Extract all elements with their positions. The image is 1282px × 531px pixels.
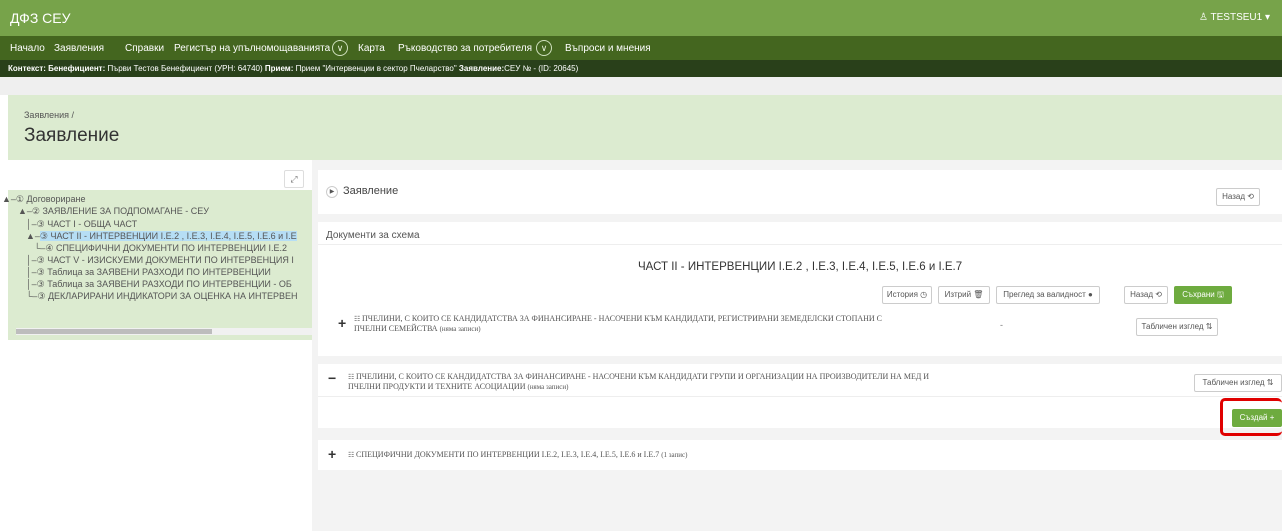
tree-node-part2-label: ③ ЧАСТ II - ИНТЕРВЕНЦИИ I.Е.2 , I.Е.3, I…	[39, 231, 297, 241]
divider	[318, 244, 1282, 245]
user-icon: ♙	[1198, 12, 1211, 23]
list-icon: ☷	[348, 373, 357, 381]
nav-applications[interactable]: Заявления	[54, 43, 104, 54]
save-button[interactable]: Съхрани 🖫	[1174, 286, 1232, 304]
tree-node-contracting[interactable]: ▲–① Договориране	[2, 193, 86, 205]
nav-reports[interactable]: Справки	[125, 43, 164, 54]
context-label: Контекст:	[8, 64, 46, 73]
documents-panel: Документи за схема ЧАСТ II - ИНТЕРВЕНЦИИ…	[318, 222, 1282, 356]
application-value: СЕУ № - (ID: 20645)	[504, 64, 579, 73]
manual-chevron-down-icon[interactable]: ∨	[536, 40, 552, 56]
tree-node-application[interactable]: ▲–② ЗАЯВЛЕНИЕ ЗА ПОДПОМАГАНЕ - СЕУ	[18, 205, 209, 217]
nav-map[interactable]: Карта	[358, 43, 385, 54]
list-icon: ☷	[348, 451, 357, 459]
beneficiary-value: Първи Тестов Бенефициент (УРН: 64740)	[107, 64, 263, 73]
table-view-button[interactable]: Табличен изглед ⇅	[1194, 374, 1282, 392]
tree-scrollbar[interactable]	[16, 328, 312, 335]
top-bar: ДФЗ СЕУ ♙ TESTSEU1 ▾	[0, 0, 1282, 36]
context-bar: Контекст: Бенефициент: Първи Тестов Бене…	[0, 60, 1282, 77]
section-specific-docs[interactable]: ☷ СПЕЦИФИЧНИ ДОКУМЕНТИ ПО ИНТЕРВЕНЦИИ I.…	[348, 450, 688, 460]
spacer-strip	[0, 77, 1282, 95]
documents-panel-title: Документи за схема	[326, 230, 420, 241]
section-apiaries-farmers[interactable]: ☷ ПЧЕЛИНИ, С КОИТО СЕ КАНДИДАТСТВА ЗА ФИ…	[354, 314, 974, 334]
list-icon: ☷	[354, 315, 363, 323]
user-menu[interactable]: ♙ TESTSEU1 ▾	[1199, 12, 1270, 23]
highlight-box	[1220, 398, 1282, 436]
tree-node-part2[interactable]: ▲–③ ЧАСТ II - ИНТЕРВЕНЦИИ I.Е.2 , I.Е.3,…	[26, 230, 312, 242]
section-apiaries-groups[interactable]: ☷ ПЧЕЛИНИ, С КОИТО СЕ КАНДИДАТСТВА ЗА ФИ…	[348, 372, 1028, 392]
beneficiary-label: Бенефициент:	[48, 64, 106, 73]
history-button[interactable]: История ◷	[882, 286, 932, 304]
intake-label: Прием:	[264, 64, 294, 73]
tree-node-part1[interactable]: │–③ ЧАСТ I - ОБЩА ЧАСТ	[26, 218, 137, 230]
registry-chevron-down-icon[interactable]: ∨	[332, 40, 348, 56]
tree-node-costs-table[interactable]: │–③ Таблица за ЗАЯВЕНИ РАЗХОДИ ПО ИНТЕРВ…	[26, 266, 312, 278]
divider	[318, 396, 1282, 397]
tree-node-indicators[interactable]: └–③ ДЕКЛАРИРАНИ ИНДИКАТОРИ ЗА ОЦЕНКА НА …	[26, 290, 312, 302]
app-title: ДФЗ СЕУ	[10, 10, 71, 26]
section-title: ЧАСТ II - ИНТЕРВЕНЦИИ I.Е.2 , I.Е.3, I.Е…	[638, 261, 963, 273]
expand-icon[interactable]: ⤢	[284, 170, 304, 188]
document-tree: ⤢ ▲–① Договориране ▲–② ЗАЯВЛЕНИЕ ЗА ПОДП…	[2, 160, 312, 350]
collapse-minus-icon[interactable]: −	[328, 370, 336, 386]
nav-registry[interactable]: Регистър на упълномощаванията	[174, 43, 330, 54]
section-dash: -	[1000, 320, 1003, 330]
nav-home[interactable]: Начало	[10, 43, 45, 54]
main-nav: Начало Заявления Справки Регистър на упъ…	[0, 36, 1282, 60]
application-panel: ▶ Заявление Назад ⟲	[318, 170, 1282, 214]
section-specific-docs-panel: + ☷ СПЕЦИФИЧНИ ДОКУМЕНТИ ПО ИНТЕРВЕНЦИИ …	[318, 440, 1282, 470]
nav-questions[interactable]: Въпроси и мнения	[565, 43, 651, 54]
expand-plus-icon[interactable]: +	[328, 446, 336, 462]
tree-node-costs-table-2[interactable]: │–③ Таблица за ЗАЯВЕНИ РАЗХОДИ ПО ИНТЕРВ…	[26, 278, 312, 290]
application-panel-title: Заявление	[343, 185, 399, 197]
expand-arrow-icon[interactable]: ▶	[326, 186, 338, 198]
tree-node-part5[interactable]: │–③ ЧАСТ V - ИЗИСКУЕМИ ДОКУМЕНТИ ПО ИНТЕ…	[26, 254, 312, 266]
application-back-button[interactable]: Назад ⟲	[1216, 188, 1260, 206]
table-view-button[interactable]: Табличен изглед ⇅	[1136, 318, 1218, 336]
nav-manual[interactable]: Ръководство за потребителя	[398, 43, 532, 54]
user-name: TESTSEU1 ▾	[1210, 12, 1270, 23]
content-area: ▶ Заявление Назад ⟲ Документи за схема Ч…	[312, 160, 1282, 531]
breadcrumb[interactable]: Заявления /	[24, 110, 74, 120]
tree-scrollbar-thumb[interactable]	[16, 329, 212, 334]
validity-review-button[interactable]: Преглед за валидност ●	[996, 286, 1100, 304]
docs-back-button[interactable]: Назад ⟲	[1124, 286, 1168, 304]
section-groups-panel: − ☷ ПЧЕЛИНИ, С КОИТО СЕ КАНДИДАТСТВА ЗА …	[318, 364, 1282, 436]
tree-node-specific-docs[interactable]: └–④ СПЕЦИФИЧНИ ДОКУМЕНТИ ПО ИНТЕРВЕНЦИИ …	[34, 242, 312, 254]
application-label: Заявление:	[458, 64, 505, 73]
expand-plus-icon[interactable]: +	[338, 315, 346, 331]
delete-button[interactable]: Изтрий 🗑	[938, 286, 990, 304]
intake-value: Прием "Интервенции в сектор Пчеларство"	[295, 64, 457, 73]
page-header: Заявления / Заявление	[8, 95, 1282, 160]
page-title: Заявление	[24, 125, 120, 146]
